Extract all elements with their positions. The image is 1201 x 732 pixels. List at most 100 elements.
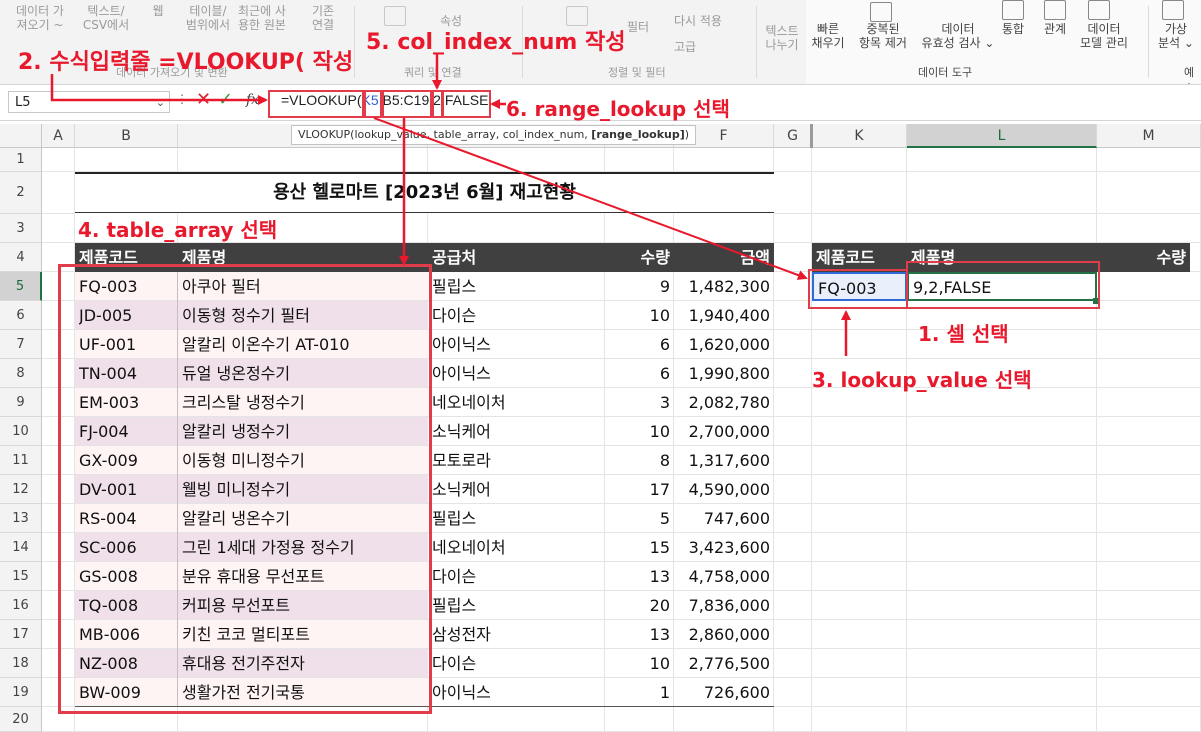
- table-cell-amount[interactable]: 2,700,000: [674, 417, 774, 446]
- table-cell-qty[interactable]: 10: [605, 649, 674, 678]
- table-cell-qty[interactable]: 3: [605, 388, 674, 417]
- insert-function-icon[interactable]: fx: [246, 92, 259, 108]
- column-header-b[interactable]: B: [75, 124, 178, 148]
- ribbon-web-button[interactable]: 웹: [140, 4, 176, 18]
- ribbon-remove-dup-button[interactable]: 중복된 항목 제거: [852, 22, 914, 50]
- table-cell-supplier[interactable]: 아이닉스: [432, 330, 491, 359]
- table-cell-supplier[interactable]: 필립스: [432, 272, 476, 301]
- ribbon-relationships-button[interactable]: 관계: [1038, 22, 1072, 36]
- more-options-icon[interactable]: ⋮: [176, 92, 188, 106]
- table-cell-amount[interactable]: 2,082,780: [674, 388, 774, 417]
- table-cell-amount[interactable]: 1,620,000: [674, 330, 774, 359]
- column-header-a[interactable]: A: [42, 124, 75, 148]
- table-cell-supplier[interactable]: 소닉케어: [432, 417, 491, 446]
- table-cell-supplier[interactable]: 삼성전자: [432, 620, 491, 649]
- ribbon-relationships-label: 관계: [1043, 22, 1067, 36]
- table-cell-amount[interactable]: 747,600: [674, 504, 774, 533]
- row-header-15[interactable]: 15: [0, 562, 42, 591]
- cancel-formula-icon[interactable]: ✕: [196, 89, 211, 110]
- table-cell-qty[interactable]: 6: [605, 359, 674, 388]
- name-box[interactable]: L5 ⌄: [8, 91, 170, 113]
- table-cell-qty[interactable]: 15: [605, 533, 674, 562]
- confirm-formula-icon[interactable]: ✓: [218, 89, 233, 110]
- table-cell-amount[interactable]: 2,776,500: [674, 649, 774, 678]
- row-header-18[interactable]: 18: [0, 649, 42, 678]
- table-cell-supplier[interactable]: 소닉케어: [432, 475, 491, 504]
- table-cell-qty[interactable]: 5: [605, 504, 674, 533]
- table-cell-supplier[interactable]: 다이슨: [432, 301, 476, 330]
- row-header-10[interactable]: 10: [0, 417, 42, 446]
- table-cell-qty[interactable]: 10: [605, 301, 674, 330]
- ribbon-table-range-button[interactable]: 테이블/ 범위에서: [180, 4, 236, 32]
- ribbon-what-if-button[interactable]: 가상 분석 ⌄: [1154, 22, 1198, 50]
- row-header-9[interactable]: 9: [0, 388, 42, 417]
- table-cell-supplier[interactable]: 아이닉스: [432, 678, 491, 707]
- ribbon-flash-fill-button[interactable]: 빠른 채우기: [806, 22, 850, 50]
- chevron-down-icon[interactable]: ⌄: [156, 92, 165, 114]
- table-cell-amount[interactable]: 1,940,400: [674, 301, 774, 330]
- table-cell-qty[interactable]: 17: [605, 475, 674, 504]
- table-cell-qty[interactable]: 8: [605, 446, 674, 475]
- table-cell-supplier[interactable]: 모토로라: [432, 446, 491, 475]
- table-cell-supplier[interactable]: 다이슨: [432, 649, 476, 678]
- table-cell-supplier[interactable]: 아이닉스: [432, 359, 491, 388]
- table-cell-supplier[interactable]: 필립스: [432, 504, 476, 533]
- row-header-4[interactable]: 4: [0, 243, 42, 272]
- ribbon-group-queries: 쿼리 및 연결: [404, 66, 462, 79]
- table-cell-amount[interactable]: 3,423,600: [674, 533, 774, 562]
- table-cell-qty[interactable]: 13: [605, 620, 674, 649]
- ribbon-get-data-button[interactable]: 데이터 가 져오기 ~: [8, 4, 72, 32]
- table-cell-amount[interactable]: 4,590,000: [674, 475, 774, 504]
- column-header-k[interactable]: K: [812, 124, 907, 148]
- row-header-12[interactable]: 12: [0, 475, 42, 504]
- ribbon-recent-source-button[interactable]: 최근에 사 용한 원본: [232, 4, 292, 32]
- table-cell-supplier[interactable]: 네오네이처: [432, 388, 506, 417]
- ribbon-text-csv-button[interactable]: 텍스트/ CSV에서: [78, 4, 134, 32]
- table-cell-qty[interactable]: 9: [605, 272, 674, 301]
- sort-icon[interactable]: [566, 6, 588, 26]
- row-header-2[interactable]: 2: [0, 172, 42, 214]
- table-cell-amount[interactable]: 4,758,000: [674, 562, 774, 591]
- table-cell-qty[interactable]: 13: [605, 562, 674, 591]
- table-cell-amount[interactable]: 1,990,800: [674, 359, 774, 388]
- table-cell-qty[interactable]: 10: [605, 417, 674, 446]
- row-header-16[interactable]: 16: [0, 591, 42, 620]
- column-header-m[interactable]: M: [1097, 124, 1201, 148]
- table-cell-amount[interactable]: 1,317,600: [674, 446, 774, 475]
- table-cell-qty[interactable]: 1: [605, 678, 674, 707]
- ribbon-what-if-label: 가상: [1164, 22, 1188, 36]
- ribbon-consolidate-button[interactable]: 통합: [996, 22, 1030, 36]
- ribbon-existing-conn-button[interactable]: 기존 연결: [300, 4, 346, 32]
- row-header-14[interactable]: 14: [0, 533, 42, 562]
- table-cell-amount[interactable]: 2,860,000: [674, 620, 774, 649]
- refresh-icon[interactable]: [384, 6, 406, 26]
- row-header-11[interactable]: 11: [0, 446, 42, 475]
- row-header-8[interactable]: 8: [0, 359, 42, 388]
- ribbon-advanced-item[interactable]: 고급: [674, 40, 696, 54]
- row-header-3[interactable]: 3: [0, 214, 42, 243]
- ribbon-text-split-button[interactable]: 텍스트 나누기: [760, 24, 804, 52]
- row-header-20[interactable]: 20: [0, 707, 42, 732]
- select-all-corner[interactable]: [0, 124, 42, 148]
- row-header-5[interactable]: 5: [0, 272, 42, 301]
- table-cell-amount[interactable]: 7,836,000: [674, 591, 774, 620]
- row-header-17[interactable]: 17: [0, 620, 42, 649]
- row-header-1[interactable]: 1: [0, 148, 42, 172]
- column-header-g[interactable]: G: [774, 124, 812, 148]
- ribbon-data-validation-button[interactable]: 데이터 유효성 검사 ⌄: [916, 22, 1000, 50]
- table-cell-supplier[interactable]: 네오네이처: [432, 533, 506, 562]
- row-header-13[interactable]: 13: [0, 504, 42, 533]
- table-cell-amount[interactable]: 1,482,300: [674, 272, 774, 301]
- ribbon-reapply-item[interactable]: 다시 적용: [674, 14, 722, 28]
- table-cell-qty[interactable]: 6: [605, 330, 674, 359]
- table-cell-supplier[interactable]: 다이슨: [432, 562, 476, 591]
- row-header-7[interactable]: 7: [0, 330, 42, 359]
- table-cell-qty[interactable]: 20: [605, 591, 674, 620]
- table-cell-amount[interactable]: 726,600: [674, 678, 774, 707]
- table-cell-supplier[interactable]: 필립스: [432, 591, 476, 620]
- row-header-19[interactable]: 19: [0, 678, 42, 707]
- ribbon-data-model-button[interactable]: 데이터 모델 관리: [1076, 22, 1132, 50]
- row-header-6[interactable]: 6: [0, 301, 42, 330]
- tooltip-text: VLOOKUP(lookup_value, table_array, col_i…: [298, 128, 592, 141]
- column-header-l[interactable]: L: [907, 124, 1097, 148]
